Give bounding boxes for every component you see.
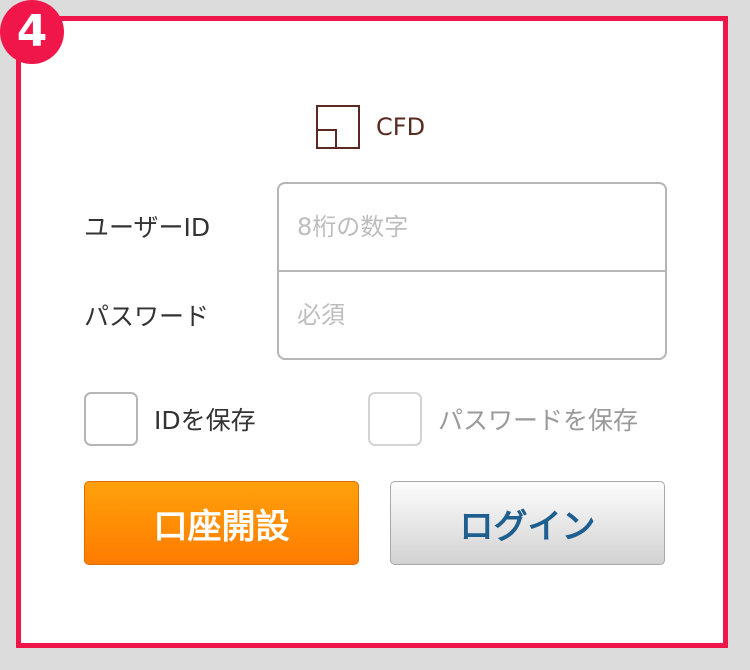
open-account-button-label: 口座開設 xyxy=(153,506,290,547)
password-label: パスワード xyxy=(84,302,210,331)
save-id-label: IDを保存 xyxy=(154,406,256,435)
open-account-button[interactable]: 口座開設 xyxy=(84,481,359,565)
login-button[interactable]: ログイン xyxy=(390,481,665,565)
password-input[interactable] xyxy=(279,272,665,358)
save-password-option[interactable]: パスワードを保存 xyxy=(368,392,638,446)
cfd-logo: CFD xyxy=(316,104,425,150)
login-button-label: ログイン xyxy=(459,506,596,547)
logo-text: CFD xyxy=(376,113,426,141)
save-password-label: パスワードを保存 xyxy=(438,406,639,435)
step-number-badge: 4 xyxy=(0,0,64,64)
window-panel-icon xyxy=(316,105,360,149)
user-id-input[interactable] xyxy=(279,184,665,270)
save-password-checkbox[interactable] xyxy=(368,392,422,446)
user-id-label: ユーザーID xyxy=(84,213,211,242)
save-id-checkbox[interactable] xyxy=(84,392,138,446)
credentials-input-group xyxy=(277,182,667,360)
save-id-option[interactable]: IDを保存 xyxy=(84,392,256,446)
